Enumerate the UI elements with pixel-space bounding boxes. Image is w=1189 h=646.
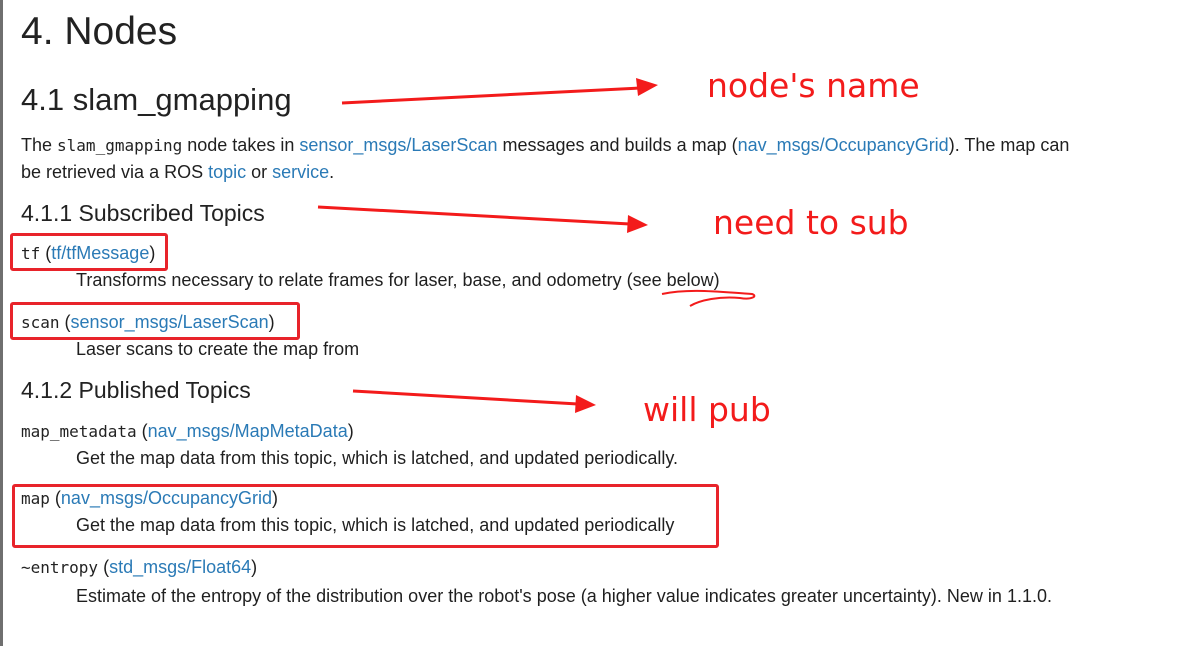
annotation-need-sub: need to sub bbox=[713, 203, 909, 242]
arrow-need-sub-head bbox=[627, 215, 648, 233]
see-below-underline bbox=[661, 289, 756, 307]
annotation-will-pub: will pub bbox=[643, 390, 771, 429]
arrow-node-name-head bbox=[636, 78, 658, 96]
arrow-will-pub bbox=[352, 389, 579, 406]
annotation-arrows bbox=[317, 78, 756, 413]
annotation-node-name: node's name bbox=[707, 66, 920, 105]
arrow-will-pub-head bbox=[575, 395, 596, 413]
arrow-need-sub bbox=[317, 205, 631, 226]
arrow-node-name bbox=[341, 86, 641, 105]
